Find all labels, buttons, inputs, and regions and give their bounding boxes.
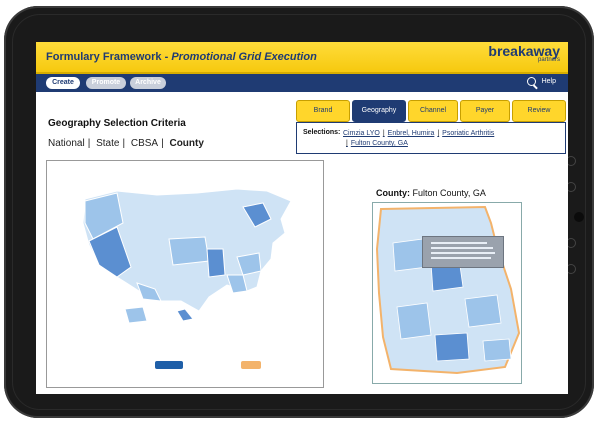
selections-box: Selections: Cimzia LYO | Enbrel, Humira | Ps… (296, 122, 566, 154)
side-button-icon (566, 156, 576, 166)
logo-sub-text: partners (537, 56, 560, 63)
county-map-button[interactable] (155, 361, 183, 369)
logo-main-text: breakaway (488, 43, 560, 59)
app-screen: Formulary Framework - Promotional Grid E… (36, 42, 568, 394)
tooltip-line (431, 252, 495, 254)
archive-button[interactable]: Archive (130, 77, 166, 89)
reset-button[interactable] (241, 361, 261, 369)
promote-button[interactable]: Promote (86, 77, 126, 89)
criteria-title: Geography Selection Criteria (48, 118, 186, 129)
app-title: Formulary Framework - Promotional Grid E… (46, 51, 317, 63)
side-button-icon (566, 182, 576, 192)
selections-label: Selections: (303, 129, 341, 136)
camera-icon (574, 212, 584, 222)
help-link[interactable]: Help (542, 78, 556, 85)
tab-brand[interactable]: Brand (296, 100, 350, 122)
county-tooltip (422, 236, 504, 268)
level-state[interactable]: State (96, 138, 119, 149)
selection-psoriatic-arthritis[interactable]: Psoriatic Arthritis (442, 130, 494, 137)
tooltip-line (431, 242, 487, 244)
tab-geography[interactable]: Geography (352, 100, 406, 122)
app-subtitle: Promotional Grid Execution (171, 51, 317, 63)
county-label: County: (376, 188, 410, 198)
level-national[interactable]: National (48, 138, 85, 149)
tab-review[interactable]: Review (512, 100, 566, 122)
county-value: Fulton County, GA (412, 188, 486, 198)
level-county[interactable]: County (169, 138, 203, 149)
tooltip-line (431, 257, 491, 259)
tab-payer[interactable]: Payer (460, 100, 510, 122)
nav-bar: Create Promote Archive Help (36, 74, 568, 92)
selection-enbrel-humira[interactable]: Enbrel, Humira (388, 130, 435, 137)
georgia-county-map[interactable] (373, 203, 521, 383)
county-map-panel (372, 202, 522, 384)
level-cbsa[interactable]: CBSA (131, 138, 158, 149)
side-button-icon (566, 238, 576, 248)
tab-channel[interactable]: Channel (408, 100, 458, 122)
app-header: Formulary Framework - Promotional Grid E… (36, 42, 568, 74)
side-button-icon (566, 264, 576, 274)
create-button[interactable]: Create (46, 77, 80, 89)
search-icon[interactable] (527, 77, 536, 86)
app-title-main: Formulary Framework - (46, 51, 172, 63)
tablet-frame: Formulary Framework - Promotional Grid E… (4, 6, 594, 418)
us-map-panel (46, 160, 324, 388)
selections-list: Cimzia LYO | Enbrel, Humira | Psoriatic Arth… (343, 130, 495, 147)
selection-fulton-county[interactable]: Fulton County, GA (351, 140, 408, 147)
selection-cimzia[interactable]: Cimzia LYO (343, 130, 380, 137)
county-heading: County: Fulton County, GA (376, 188, 486, 198)
tooltip-line (431, 247, 493, 249)
brand-logo: breakaway partners (488, 43, 560, 63)
us-map[interactable] (77, 179, 297, 329)
criteria-levels: National | State | CBSA | County (48, 138, 204, 149)
